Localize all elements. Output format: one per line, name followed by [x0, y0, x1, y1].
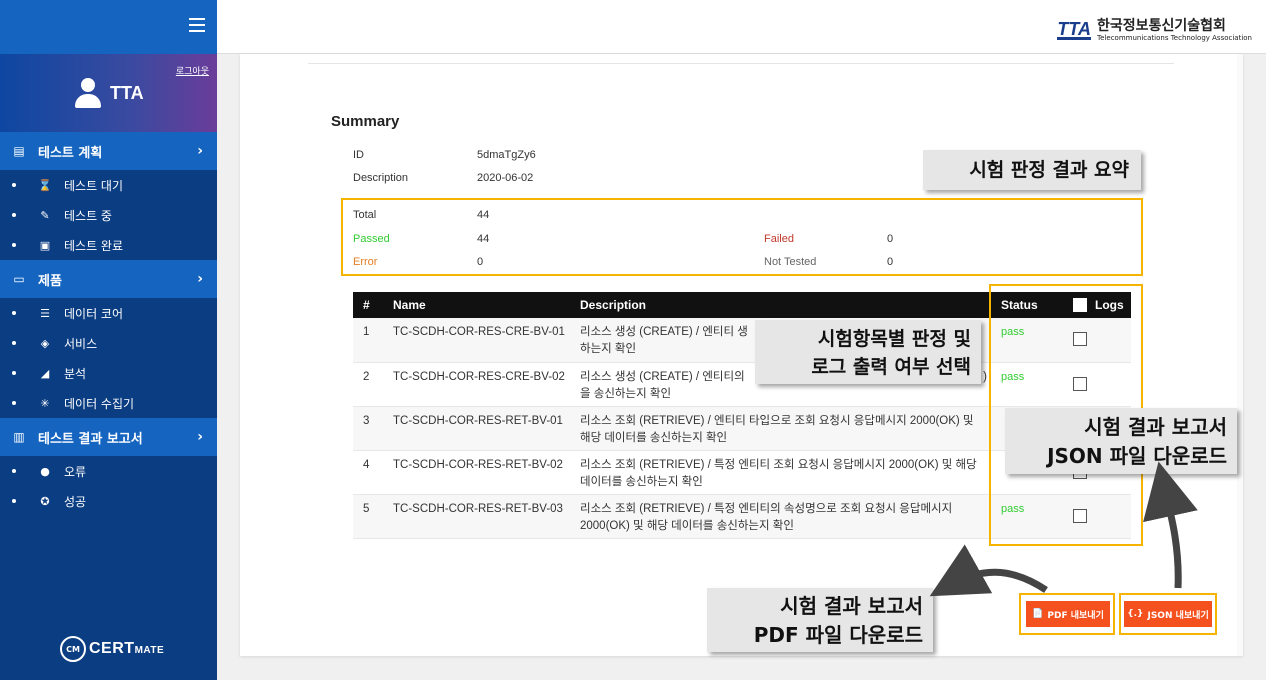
callout-pdf: 시험 결과 보고서 PDF 파일 다운로드 [707, 588, 933, 652]
failed-label: Failed [764, 233, 794, 245]
summary-highlight [341, 198, 1143, 276]
report-icon: ▥ [13, 430, 25, 444]
top-header: TTA 한국정보통신기술협회 Telecommunications Techno… [217, 0, 1266, 54]
sidebar-item-error[interactable]: ● 오류 [0, 456, 217, 486]
user-icon [74, 78, 102, 108]
json-export-button[interactable]: {.} JSON 내보내기 [1124, 601, 1212, 627]
cube-icon: ◈ [40, 336, 50, 350]
item-label: 서비스 [64, 336, 98, 351]
col-desc: Description [570, 292, 991, 318]
id-label: ID [353, 149, 364, 161]
code-icon: {.} [1127, 609, 1144, 619]
chevron-right-icon: › [197, 143, 203, 159]
report-card: Summary ID 5dmaTgZy6 Description 2020-06… [240, 54, 1243, 656]
sidebar-item-service[interactable]: ◈ 서비스 [0, 328, 217, 358]
pdf-export-button[interactable]: 📄 PDF 내보내기 [1026, 601, 1110, 627]
desc-value: 2020-06-02 [477, 172, 534, 184]
summary-title: Summary [331, 113, 400, 130]
sidebar-section-report[interactable]: ▥ 테스트 결과 보고서 › [0, 418, 217, 456]
item-label: 테스트 대기 [64, 178, 124, 193]
sidebar-item-test-running[interactable]: ✎ 테스트 중 [0, 200, 217, 230]
id-value: 5dmaTgZy6 [477, 149, 536, 161]
item-label: 데이터 코어 [64, 306, 124, 321]
section-label: 제품 [38, 273, 62, 289]
logout-link[interactable]: 로그아웃 [176, 64, 209, 77]
item-label: 데이터 수집기 [64, 396, 135, 411]
sidebar-item-success[interactable]: ✪ 성공 [0, 486, 217, 516]
col-num: # [353, 292, 383, 318]
sidebar-top [0, 0, 217, 54]
item-label: 오류 [64, 464, 87, 479]
database-icon: ☰ [40, 306, 50, 320]
laptop-icon: ▭ [13, 272, 25, 286]
sidebar-item-analysis[interactable]: ◢ 분석 [0, 358, 217, 388]
chevron-right-icon: › [197, 271, 203, 287]
error-label: Error [353, 256, 378, 268]
section-label: 테스트 결과 보고서 [38, 431, 143, 447]
passed-value: 44 [477, 233, 490, 245]
callout-json: 시험 결과 보고서 JSON 파일 다운로드 [1005, 408, 1237, 474]
section-label: 테스트 계획 [38, 145, 103, 161]
network-icon: ✳ [40, 396, 50, 410]
chart-icon: ◢ [40, 366, 50, 380]
menu-icon[interactable] [189, 18, 205, 32]
error-value: 0 [477, 256, 484, 268]
sidebar-item-data-core[interactable]: ☰ 데이터 코어 [0, 298, 217, 328]
desc-label: Description [353, 172, 409, 184]
item-label: 테스트 중 [64, 208, 112, 223]
sidebar-item-test-waiting[interactable]: ⌛ 테스트 대기 [0, 170, 217, 200]
certmate-logo: CM CERTMATE [60, 636, 164, 662]
tta-logo: TTA 한국정보통신기술협회 Telecommunications Techno… [1057, 18, 1252, 42]
user-name: TTA [110, 82, 144, 103]
user-edit-icon: ✎ [40, 208, 50, 222]
sidebar-item-test-done[interactable]: ▣ 테스트 완료 [0, 230, 217, 260]
col-name: Name [383, 292, 570, 318]
star-icon: ✪ [40, 494, 50, 508]
chevron-right-icon: › [197, 429, 203, 445]
not-tested-value: 0 [887, 256, 894, 268]
total-value: 44 [477, 209, 490, 221]
sidebar-section-test-plan[interactable]: ▤ 테스트 계획 › [0, 132, 217, 170]
hourglass-icon: ⌛ [38, 178, 52, 192]
callout-summary: 시험 판정 결과 요약 [923, 150, 1141, 190]
sidebar-section-product[interactable]: ▭ 제품 › [0, 260, 217, 298]
item-label: 테스트 완료 [64, 238, 124, 253]
alert-icon: ● [40, 464, 50, 478]
passed-label: Passed [353, 233, 390, 245]
callout-select: 시험항목별 판정 및 로그 출력 여부 선택 [755, 320, 981, 384]
not-tested-label: Not Tested [764, 256, 817, 268]
item-label: 분석 [64, 366, 87, 381]
sidebar: 로그아웃 TTA ▤ 테스트 계획 › ⌛ 테스트 대기 ✎ 테스트 중 ▣ 테스트 … [0, 0, 217, 680]
item-label: 성공 [64, 494, 87, 509]
failed-value: 0 [887, 233, 894, 245]
scrollbar[interactable] [1237, 54, 1243, 656]
monitor-icon: ▣ [39, 238, 51, 252]
file-icon: 📄 [1032, 609, 1044, 619]
user-panel: 로그아웃 TTA [0, 54, 217, 132]
total-label: Total [353, 209, 377, 221]
clipboard-icon: ▤ [13, 144, 25, 158]
sidebar-item-collector[interactable]: ✳ 데이터 수집기 [0, 388, 217, 418]
